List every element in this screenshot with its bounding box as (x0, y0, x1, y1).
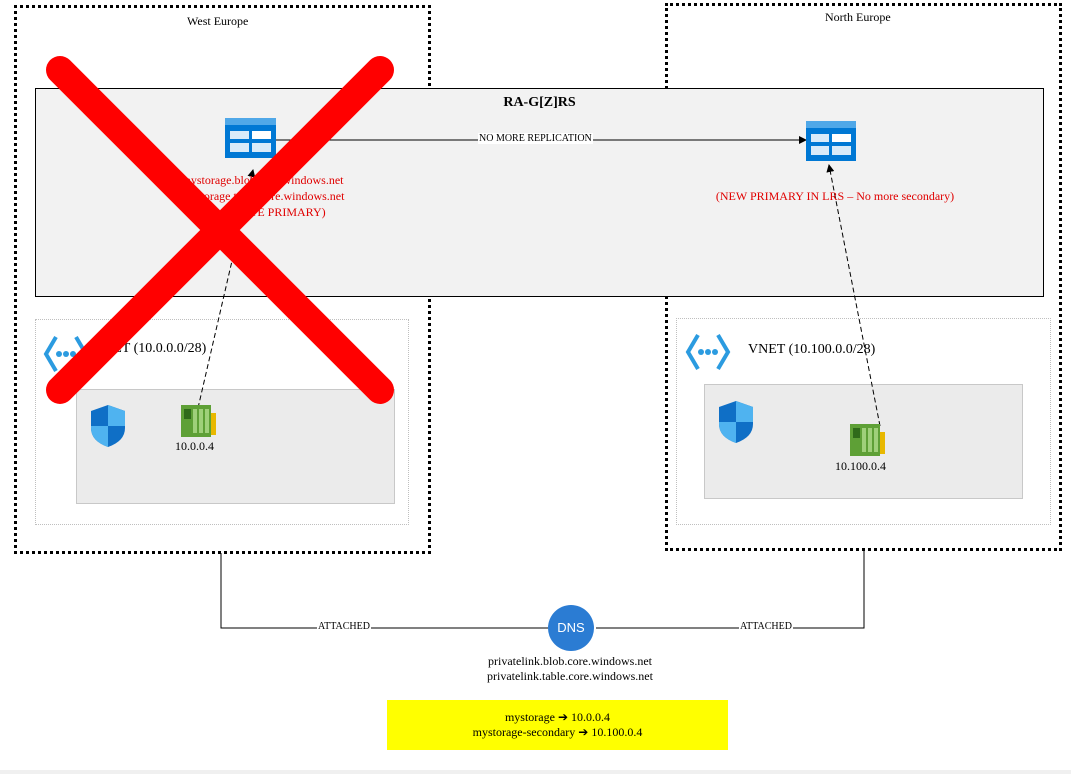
north-nic-icon (850, 424, 885, 456)
west-storage-blob-endpoint: mystorage.blob.core.windows.net (181, 173, 344, 187)
mapping-name: mystorage (504, 710, 555, 724)
mapping-ip: 10.100.0.4 (591, 725, 643, 739)
dns-record-mapping: mystorage ➔ 10.0.0.4 mystorage-secondary… (387, 700, 728, 750)
north-endpoint-link (826, 164, 881, 427)
west-storage-table-endpoint: mystorage.table.core.windows.net (180, 189, 345, 203)
dns-attached-north-label: ATTACHED (739, 621, 793, 632)
bottom-scroll-strip (0, 770, 1071, 774)
dns-attach-north-line (596, 550, 865, 629)
dns-attach-west-line (220, 553, 548, 629)
dns-attached-west-label: ATTACHED (317, 621, 371, 632)
mapping-ip: 10.0.0.4 (571, 710, 611, 724)
replication-link-label: NO MORE REPLICATION (478, 133, 593, 144)
west-nic-icon (181, 405, 216, 437)
mapping-arrow-icon: ➔ (557, 710, 569, 724)
dns-zone-blob: privatelink.blob.core.windows.net (488, 654, 652, 668)
west-nsg-shield-icon (91, 405, 125, 447)
dns-icon-label: DNS (557, 620, 585, 635)
storage-account-north-icon (806, 121, 856, 161)
north-nsg-shield-icon (719, 401, 753, 443)
west-storage-details: mystorage.blob.core.windows.net mystorag… (160, 172, 365, 220)
mapping-row-primary: mystorage ➔ 10.0.0.4 (387, 710, 728, 725)
north-vnet-icon (685, 333, 731, 371)
west-nic-ip: 10.0.0.4 (175, 439, 214, 453)
storage-account-west-icon (225, 118, 276, 158)
mapping-name: mystorage-secondary (472, 725, 576, 739)
mapping-row-secondary: mystorage-secondary ➔ 10.100.0.4 (387, 725, 728, 740)
west-storage-status: (OBSOLETE PRIMARY) (199, 205, 326, 219)
north-nic-ip: 10.100.0.4 (835, 459, 886, 473)
mapping-arrow-icon: ➔ (578, 725, 589, 739)
north-storage-status: (NEW PRIMARY IN LRS – No more secondary) (715, 189, 955, 203)
west-vnet-icon (43, 335, 89, 373)
dns-zone-table: privatelink.table.core.windows.net (487, 669, 653, 683)
dns-zone-list: privatelink.blob.core.windows.net privat… (420, 654, 720, 684)
